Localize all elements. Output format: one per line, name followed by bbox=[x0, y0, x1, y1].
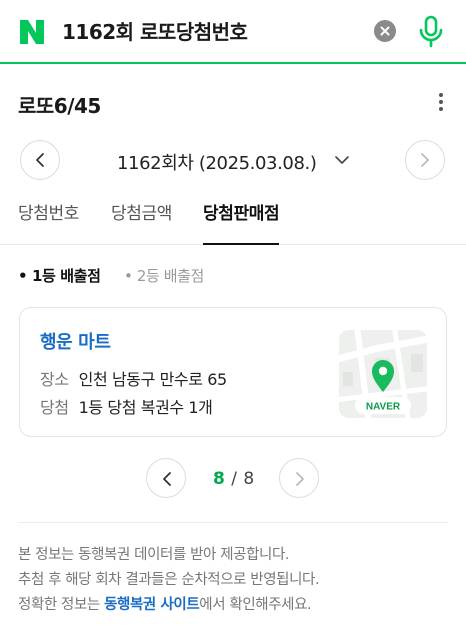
store-address-row: 장소 인천 남동구 만수로 65 bbox=[40, 366, 227, 390]
notice-line-3-prefix: 정확한 정보는 bbox=[18, 597, 105, 613]
divider bbox=[18, 522, 448, 523]
page-indicator: 8 / 8 bbox=[213, 469, 255, 489]
previous-page-button[interactable] bbox=[146, 458, 186, 498]
more-options-icon[interactable] bbox=[430, 90, 452, 114]
tab-bar: 당첨번호 당첨금액 당첨판매점 bbox=[0, 200, 466, 245]
page-separator: / bbox=[231, 469, 238, 489]
result-label: 당첨 bbox=[40, 398, 69, 417]
map-brand: NAVER bbox=[366, 402, 401, 413]
subtab-first-prize-label: 1등 배출점 bbox=[32, 267, 101, 285]
next-round-button[interactable] bbox=[405, 140, 445, 180]
notice-line-3-suffix: 에서 확인해주세요. bbox=[199, 597, 312, 613]
chevron-left-icon bbox=[163, 472, 171, 486]
chevron-right-icon bbox=[296, 472, 304, 486]
map-image: NAVER bbox=[339, 330, 427, 418]
microphone-icon[interactable] bbox=[416, 14, 446, 50]
pagination: 8 / 8 bbox=[0, 458, 466, 500]
chevron-down-icon[interactable] bbox=[334, 152, 350, 168]
current-page: 8 bbox=[213, 469, 226, 489]
notice-line-2: 추첨 후 해당 회차 결과들은 순차적으로 반영됩니다. bbox=[18, 572, 320, 588]
tab-winning-numbers[interactable]: 당첨번호 bbox=[18, 200, 79, 243]
map-thumbnail[interactable]: NAVER bbox=[339, 330, 427, 418]
subtab-second-prize-label: 2등 배출점 bbox=[136, 267, 205, 285]
search-input[interactable]: 1162회 로또당첨번호 bbox=[62, 16, 248, 48]
clear-search-button[interactable] bbox=[374, 20, 396, 42]
notice-line-1: 본 정보는 동행복권 데이터를 받아 제공합니다. bbox=[18, 547, 290, 563]
close-icon bbox=[380, 26, 390, 36]
total-pages: 8 bbox=[243, 469, 255, 489]
notice-line-3: 정확한 정보는 동행복권 사이트에서 확인해주세요. bbox=[18, 593, 312, 614]
store-name[interactable]: 행운 마트 bbox=[40, 328, 111, 354]
naver-logo-icon[interactable] bbox=[18, 18, 46, 46]
store-card[interactable]: 행운 마트 장소 인천 남동구 만수로 65 당첨 1등 당첨 복권수 1개 NAV… bbox=[19, 307, 447, 437]
chevron-right-icon bbox=[421, 153, 429, 167]
store-result: 1등 당첨 복권수 1개 bbox=[78, 398, 213, 417]
next-page-button[interactable] bbox=[279, 458, 319, 498]
address-label: 장소 bbox=[40, 370, 69, 389]
store-result-row: 당첨 1등 당첨 복권수 1개 bbox=[40, 394, 213, 418]
round-selector[interactable]: 1162회차 (2025.03.08.) bbox=[117, 149, 317, 175]
subtab-second-prize[interactable]: • 2등 배출점 bbox=[124, 265, 204, 286]
subtab-first-prize[interactable]: • 1등 배출점 bbox=[18, 265, 101, 286]
dhlottery-site-link[interactable]: 동행복권 사이트 bbox=[104, 597, 200, 613]
tab-prize-amounts[interactable]: 당첨금액 bbox=[111, 200, 172, 243]
store-address: 인천 남동구 만수로 65 bbox=[78, 370, 228, 389]
previous-round-button[interactable] bbox=[20, 140, 60, 180]
chevron-left-icon bbox=[36, 153, 44, 167]
search-bar: 1162회 로또당첨번호 bbox=[0, 0, 466, 64]
card-title: 로또6/45 bbox=[18, 94, 101, 118]
tab-winning-stores[interactable]: 당첨판매점 bbox=[203, 200, 280, 245]
